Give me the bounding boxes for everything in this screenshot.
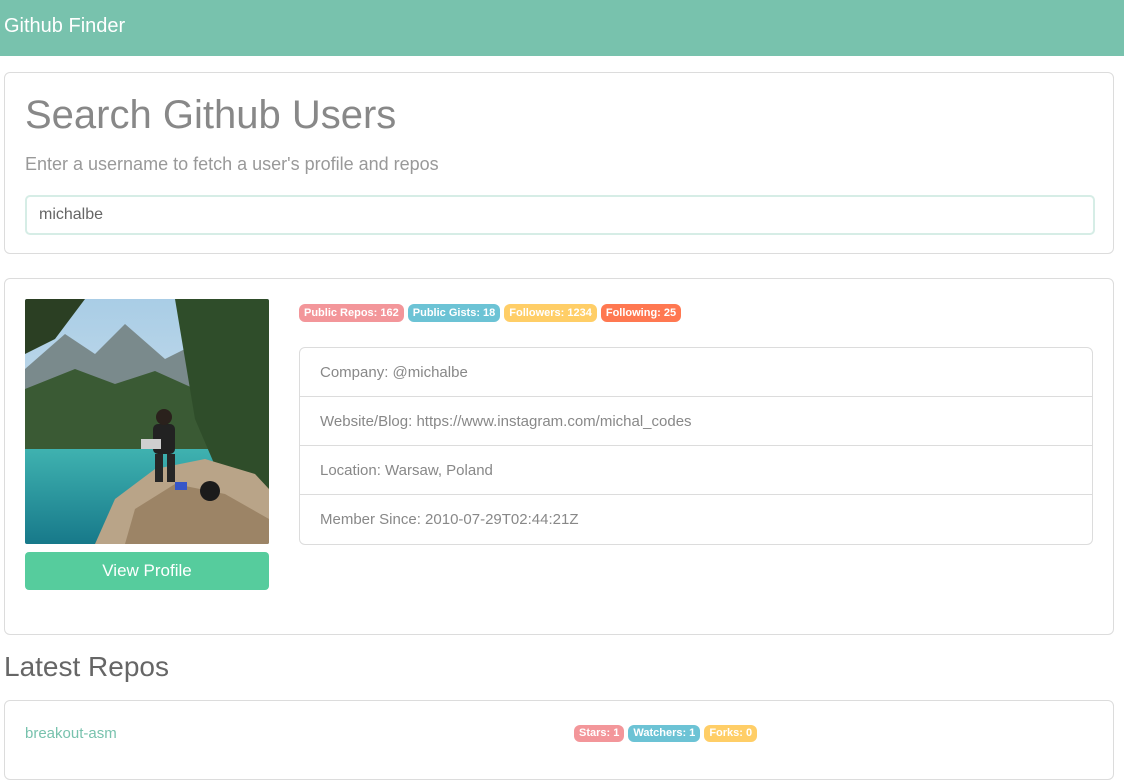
latest-repos-heading: Latest Repos — [4, 651, 169, 682]
repo-card: breakout-asm Stars: 1 Watchers: 1 Forks:… — [4, 700, 1114, 780]
profile-stats: Public Repos: 162 Public Gists: 18 Follo… — [299, 304, 682, 322]
repo-link[interactable]: breakout-asm — [25, 725, 117, 742]
forks-badge: Forks: 0 — [704, 725, 758, 742]
watchers-badge: Watchers: 1 — [628, 725, 701, 742]
navbar: Github Finder — [0, 0, 1124, 56]
website-item: Website/Blog: https://www.instagram.com/… — [300, 397, 1092, 446]
public-repos-badge: Public Repos: 162 — [299, 304, 404, 322]
avatar — [25, 299, 269, 544]
followers-badge: Followers: 1234 — [504, 304, 597, 322]
avatar-image — [25, 299, 269, 544]
stars-badge: Stars: 1 — [574, 725, 625, 742]
profile-info-list: Company: @michalbe Website/Blog: https:/… — [299, 347, 1093, 545]
repo-stats: Stars: 1 Watchers: 1 Forks: 0 — [574, 725, 758, 742]
search-title: Search Github Users — [25, 93, 397, 137]
search-input[interactable] — [25, 195, 1095, 235]
following-badge: Following: 25 — [600, 304, 682, 322]
view-profile-button[interactable]: View Profile — [25, 552, 269, 590]
member-since-item: Member Since: 2010-07-29T02:44:21Z — [320, 511, 579, 528]
search-card: Search Github Users Enter a username to … — [4, 72, 1114, 254]
search-subtitle: Enter a username to fetch a user's profi… — [25, 154, 439, 174]
app-brand[interactable]: Github Finder — [4, 15, 125, 38]
location-item: Location: Warsaw, Poland — [300, 446, 1092, 495]
profile-card: View Profile Public Repos: 162 Public Gi… — [4, 278, 1114, 635]
public-gists-badge: Public Gists: 18 — [407, 304, 501, 322]
company-item: Company: @michalbe — [300, 348, 1092, 397]
